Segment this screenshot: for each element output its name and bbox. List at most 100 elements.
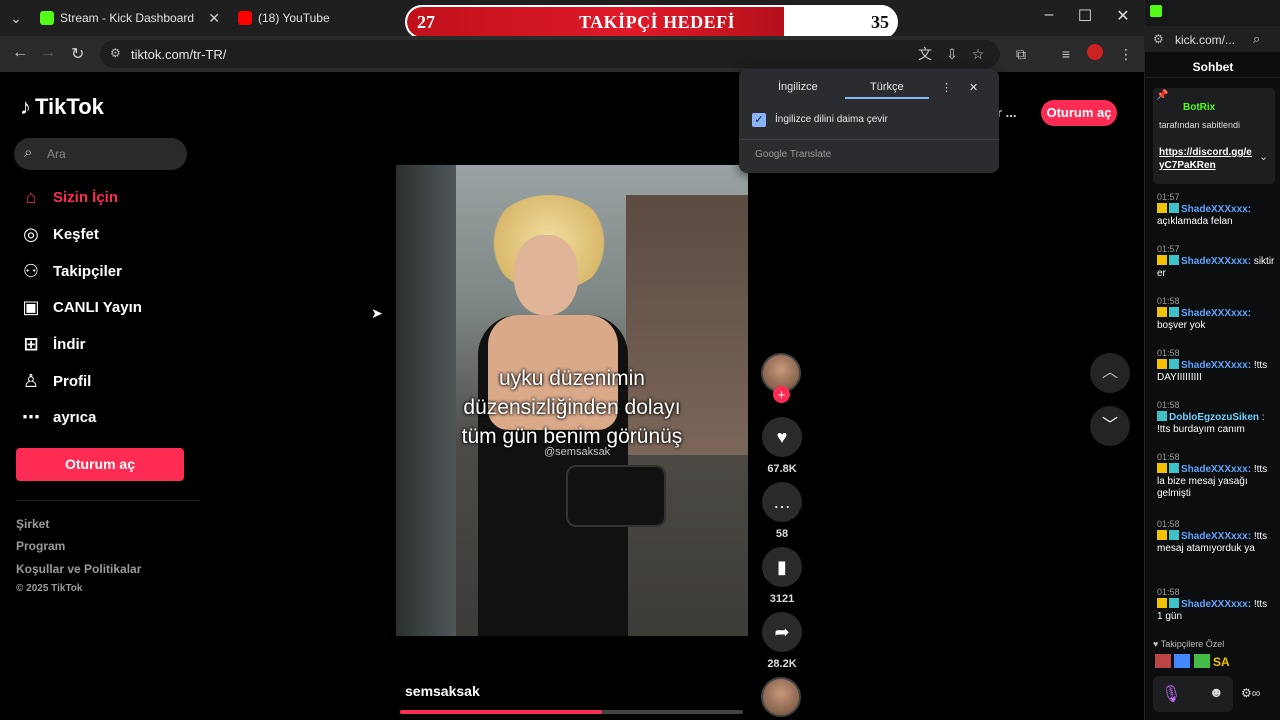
comment-icon[interactable]: …: [762, 482, 802, 522]
follow-plus-icon[interactable]: +: [773, 386, 790, 403]
site-info-icon[interactable]: ⚙: [110, 46, 121, 60]
translate-close-icon[interactable]: ✕: [969, 81, 978, 94]
more-icon: ⋯: [22, 406, 40, 427]
settings-icon[interactable]: ⚙∞: [1241, 686, 1260, 700]
nav-following[interactable]: ⚇ Takipçiler: [20, 256, 122, 286]
pin-icon: 📌: [1156, 90, 1169, 101]
maximize-icon[interactable]: ☐: [1070, 6, 1100, 26]
nav-label: İndir: [53, 335, 86, 353]
video-progress-fill: [400, 710, 603, 714]
next-creator-avatar[interactable]: [761, 677, 801, 717]
search-input[interactable]: ⌕ Ara: [14, 138, 187, 170]
goal-target: 35: [871, 12, 889, 32]
download-icon: ⊞: [23, 333, 39, 354]
tab-kick-dashboard[interactable]: Stream - Kick Dashboard ✕: [40, 0, 228, 36]
nav-download[interactable]: ⊞ İndir: [20, 329, 86, 359]
address-bar[interactable]: ⚙ tiktok.com/tr-TR/ 文 ⇩ ☆: [100, 40, 1000, 68]
emote-text[interactable]: SA: [1213, 655, 1230, 669]
close-window-icon[interactable]: ✕: [1108, 6, 1138, 26]
footer-link-program[interactable]: Program: [16, 539, 65, 553]
emote-icon[interactable]: [1174, 654, 1191, 668]
chat-input[interactable]: 🎙 ☻: [1153, 676, 1233, 712]
followers-icon: ⚇: [22, 260, 40, 281]
goal-label: TAKİPÇİ HEDEFİ: [579, 12, 736, 32]
translate-more-icon[interactable]: ⋮: [941, 81, 952, 94]
google-translate-label: Google Translate: [755, 149, 832, 160]
zoom-icon[interactable]: ⌕: [1253, 31, 1260, 47]
tab-youtube[interactable]: (18) YouTube: [238, 0, 398, 36]
share-icon[interactable]: ➦: [762, 612, 802, 652]
nav-more[interactable]: ⋯ ayrıca: [20, 402, 96, 432]
tiktok-note-icon: ♪: [20, 94, 31, 119]
pinned-message[interactable]: 📌 BotRix tarafından sabitlendi https://d…: [1153, 88, 1275, 184]
nav-live[interactable]: ▣ CANLI Yayın: [20, 292, 141, 322]
login-button-sidebar[interactable]: Oturum aç: [16, 448, 184, 481]
microphone-icon[interactable]: 🎙: [1161, 684, 1181, 704]
kick-favicon-icon: [40, 11, 54, 25]
browser-menu-icon[interactable]: ⋮: [1116, 44, 1136, 64]
video-progress-bar[interactable]: [400, 710, 743, 714]
back-icon[interactable]: ←: [12, 44, 28, 62]
emote-icon[interactable]: [1155, 654, 1171, 668]
translate-target-tab[interactable]: Türkçe: [870, 81, 904, 93]
footer-link-company[interactable]: Şirket: [16, 517, 49, 531]
home-icon: ⌂: [25, 186, 37, 207]
chat-message: 01:58 ShadeXXXxxx: !tts 1 gün: [1157, 587, 1268, 622]
chat-message: 01:58 ShadeXXXxxx: !tts DAYIIIIIIIII: [1157, 348, 1268, 383]
emoji-icon[interactable]: ☻: [1209, 684, 1224, 700]
translate-source-tab[interactable]: İngilizce: [778, 81, 818, 93]
forward-icon[interactable]: →: [40, 44, 56, 62]
live-icon: ▣: [22, 296, 40, 317]
nav-profile[interactable]: ♙ Profil: [20, 366, 91, 396]
tiktok-logo[interactable]: ♪ TikTok: [20, 94, 104, 120]
nav-explore[interactable]: ◎ Keşfet: [20, 219, 99, 249]
copyright: © 2025 TikTok: [16, 583, 83, 594]
chat-message: 01:58 ShadeXXXxxx: !tts mesaj atamıyorduk…: [1157, 519, 1268, 554]
chat-message: 01:58 DobloEgzozuSiken : !tts burdayım ca…: [1157, 400, 1265, 435]
expand-chevron-icon[interactable]: ⌄: [1259, 150, 1268, 163]
bookmark-count: 3121: [769, 593, 795, 605]
search-placeholder: Ara: [47, 147, 66, 161]
compass-icon: ◎: [23, 223, 39, 244]
video-author[interactable]: semsaksak: [405, 683, 480, 699]
heart-icon[interactable]: ♥: [762, 417, 802, 457]
url-text: tiktok.com/tr-TR/: [131, 47, 227, 62]
minimize-icon[interactable]: –: [1034, 6, 1064, 24]
media-control-icon[interactable]: ≡: [1056, 44, 1076, 64]
translate-icon[interactable]: 文: [915, 44, 935, 64]
profile-icon: ♙: [22, 370, 40, 391]
always-translate-checkbox[interactable]: ✓: [752, 113, 766, 127]
subscribers-only-text: Takipçilere Özel: [1160, 639, 1225, 649]
login-button-top[interactable]: Oturum aç: [1041, 100, 1117, 126]
kick-chat-window: ⚙ kick.com/... ⌕ Sohbet 📌 BotRix tarafın…: [1144, 0, 1280, 720]
always-translate-label: İngilizce dilini daima çevir: [775, 114, 888, 125]
scroll-down-icon[interactable]: ﹀: [1090, 406, 1130, 446]
site-info-icon[interactable]: ⚙: [1153, 32, 1164, 46]
chat-message: 01:58 ShadeXXXxxx: boşver yok: [1157, 296, 1252, 331]
profile-avatar-icon[interactable]: [1085, 44, 1105, 64]
bookmark-star-icon[interactable]: ☆: [968, 44, 988, 64]
browser-toolbar: ← → ↻ ⚙ tiktok.com/tr-TR/ 文 ⇩ ☆ ⧉ ≡ ⋮: [0, 36, 1144, 72]
chat-message: 01:57 ShadeXXXxxx: siktir er: [1157, 244, 1275, 279]
nav-label: Keşfet: [53, 225, 99, 243]
pinned-link[interactable]: https://discord.gg/eyC7PaKRen: [1159, 146, 1255, 172]
tab-label: (18) YouTube: [258, 11, 330, 25]
chat-address-bar[interactable]: ⚙ kick.com/... ⌕: [1145, 26, 1280, 52]
video-player[interactable]: uyku düzenimin düzensizliğinden dolayı t…: [396, 165, 748, 636]
tab-list-icon[interactable]: ⌄: [6, 8, 26, 28]
nav-label: ayrıca: [53, 408, 97, 426]
footer-link-terms[interactable]: Koşullar ve Politikalar: [16, 562, 141, 576]
scroll-up-icon[interactable]: ︿: [1090, 353, 1130, 393]
heart-icon: ♥: [1153, 639, 1161, 649]
emote-icon[interactable]: [1193, 654, 1210, 668]
install-app-icon[interactable]: ⇩: [942, 44, 962, 64]
close-tab-icon[interactable]: ✕: [208, 10, 220, 27]
emote-row[interactable]: SA: [1155, 654, 1230, 669]
logo-text: TikTok: [35, 94, 104, 119]
video-caption-line: uyku düzenimin: [499, 367, 645, 390]
reload-icon[interactable]: ↻: [71, 44, 84, 64]
video-handbag: [566, 465, 666, 527]
bookmark-icon[interactable]: ▮: [762, 547, 802, 587]
extensions-icon[interactable]: ⧉: [1011, 44, 1031, 64]
nav-for-you[interactable]: ⌂ Sizin İçin: [20, 182, 118, 212]
